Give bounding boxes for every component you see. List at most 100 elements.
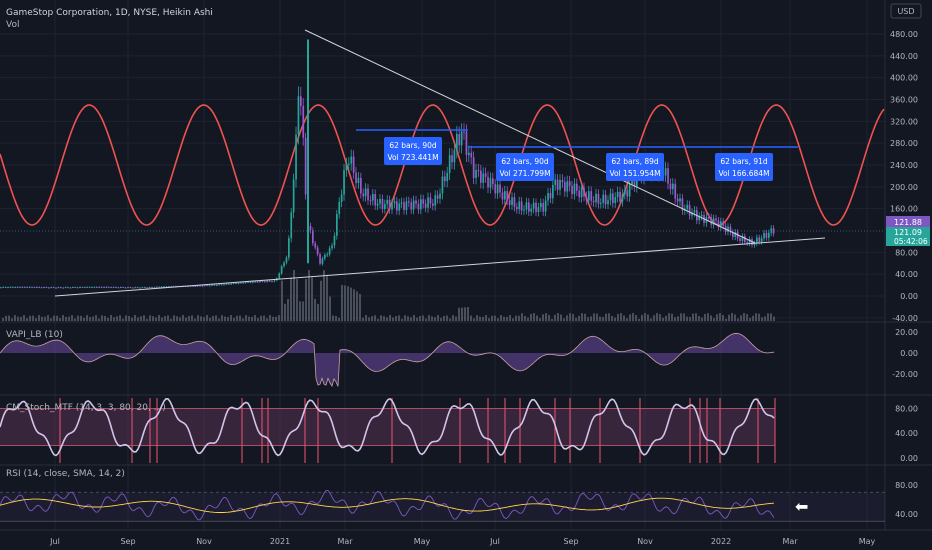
volume-bar xyxy=(110,315,112,321)
currency-button[interactable]: USD xyxy=(890,3,922,19)
candle-body xyxy=(508,200,511,205)
range-volume-label: Vol 151.954M xyxy=(609,169,660,178)
volume-bar xyxy=(656,313,658,321)
time-axis-label: Sep xyxy=(120,537,135,546)
volume-bar xyxy=(281,280,283,321)
volume-bar xyxy=(536,315,538,321)
candle-body xyxy=(489,178,492,188)
volume-bar xyxy=(398,315,400,321)
volume-bar xyxy=(773,316,775,321)
candle-body xyxy=(290,212,293,239)
candle-body xyxy=(261,281,264,283)
volume-bar xyxy=(434,317,436,321)
candle-body xyxy=(679,198,681,202)
volume-bar xyxy=(722,314,724,321)
volume-bar xyxy=(404,315,406,321)
volume-bar xyxy=(674,317,676,321)
candle-body xyxy=(7,287,9,289)
volume-bar xyxy=(653,315,655,321)
candle-body xyxy=(24,286,26,288)
candle-body xyxy=(436,195,439,199)
volume-bar xyxy=(194,318,196,321)
volume-bar xyxy=(545,313,547,321)
candle-body xyxy=(69,287,72,289)
price-tick-label: 360.00 xyxy=(890,96,918,105)
volume-bar xyxy=(569,313,571,321)
candle-body xyxy=(146,287,149,289)
volume-bar xyxy=(395,316,397,321)
candle-body xyxy=(300,96,302,106)
volume-bar xyxy=(161,317,163,321)
candle-body xyxy=(280,266,283,274)
volume-bar xyxy=(116,316,118,321)
candle-body xyxy=(328,248,331,255)
candle-body xyxy=(40,287,43,289)
candle-body xyxy=(379,198,381,204)
volume-bar xyxy=(350,287,352,321)
candle-body xyxy=(148,287,151,289)
candle-body xyxy=(266,280,269,282)
last-price-label: 121.88 xyxy=(894,218,922,227)
countdown-label: 05:42:06 xyxy=(894,237,928,246)
volume-bar xyxy=(170,318,172,321)
volume-bar xyxy=(641,314,643,321)
candle-body xyxy=(249,281,252,283)
volume-bar xyxy=(62,315,64,321)
candle-body xyxy=(64,287,67,289)
candle-body xyxy=(45,287,48,289)
candle-body xyxy=(523,209,525,211)
candle-body xyxy=(26,286,29,288)
candle-body xyxy=(477,170,480,172)
volume-bar xyxy=(620,313,622,321)
volume-bar xyxy=(644,313,646,321)
volume-bar xyxy=(101,315,103,321)
indicator-tick-label: 40.00 xyxy=(895,429,918,438)
candle-body xyxy=(112,286,115,288)
volume-bar xyxy=(440,317,442,321)
candle-body xyxy=(314,243,317,248)
volume-bar xyxy=(284,303,286,321)
candle-body xyxy=(352,156,355,173)
chart-background xyxy=(0,0,932,550)
candle-body xyxy=(367,188,369,201)
price-tick-label: 240.00 xyxy=(890,161,918,170)
candle-body xyxy=(475,170,477,179)
candle-body xyxy=(144,287,146,289)
volume-bar xyxy=(563,318,565,321)
candle-body xyxy=(127,287,129,289)
candle-body xyxy=(76,287,79,289)
candle-body xyxy=(600,202,602,204)
volume-bar xyxy=(26,318,28,321)
candle-body xyxy=(55,287,57,289)
candle-body xyxy=(494,184,497,194)
volume-bar xyxy=(584,313,586,321)
candle-body xyxy=(336,213,338,236)
candle-body xyxy=(201,285,204,287)
volume-bar xyxy=(134,315,136,321)
volume-bar xyxy=(128,316,130,321)
candle-body xyxy=(398,203,401,211)
rsi-title: RSI (14, close, SMA, 14, 2) xyxy=(6,469,125,479)
candle-body xyxy=(0,287,2,289)
candle-body xyxy=(446,172,449,182)
volume-bar xyxy=(632,313,634,321)
candle-body xyxy=(715,218,717,221)
candle-body xyxy=(470,152,473,158)
candle-body xyxy=(580,187,583,198)
volume-bar xyxy=(473,318,475,321)
candle-body xyxy=(237,282,240,284)
price-tick-label: 400.00 xyxy=(890,74,918,83)
candle-body xyxy=(571,186,573,194)
candle-body xyxy=(722,221,725,226)
candle-body xyxy=(254,281,257,283)
volume-bar xyxy=(716,314,718,321)
candle-body xyxy=(456,133,458,151)
candle-body xyxy=(43,287,45,289)
range-volume-label: Vol 166.684M xyxy=(718,169,769,178)
volume-bar xyxy=(74,318,76,321)
candle-body xyxy=(206,285,209,287)
candle-body xyxy=(211,284,213,286)
candle-body xyxy=(309,226,312,231)
candle-body xyxy=(621,194,624,202)
volume-bar xyxy=(710,315,712,321)
